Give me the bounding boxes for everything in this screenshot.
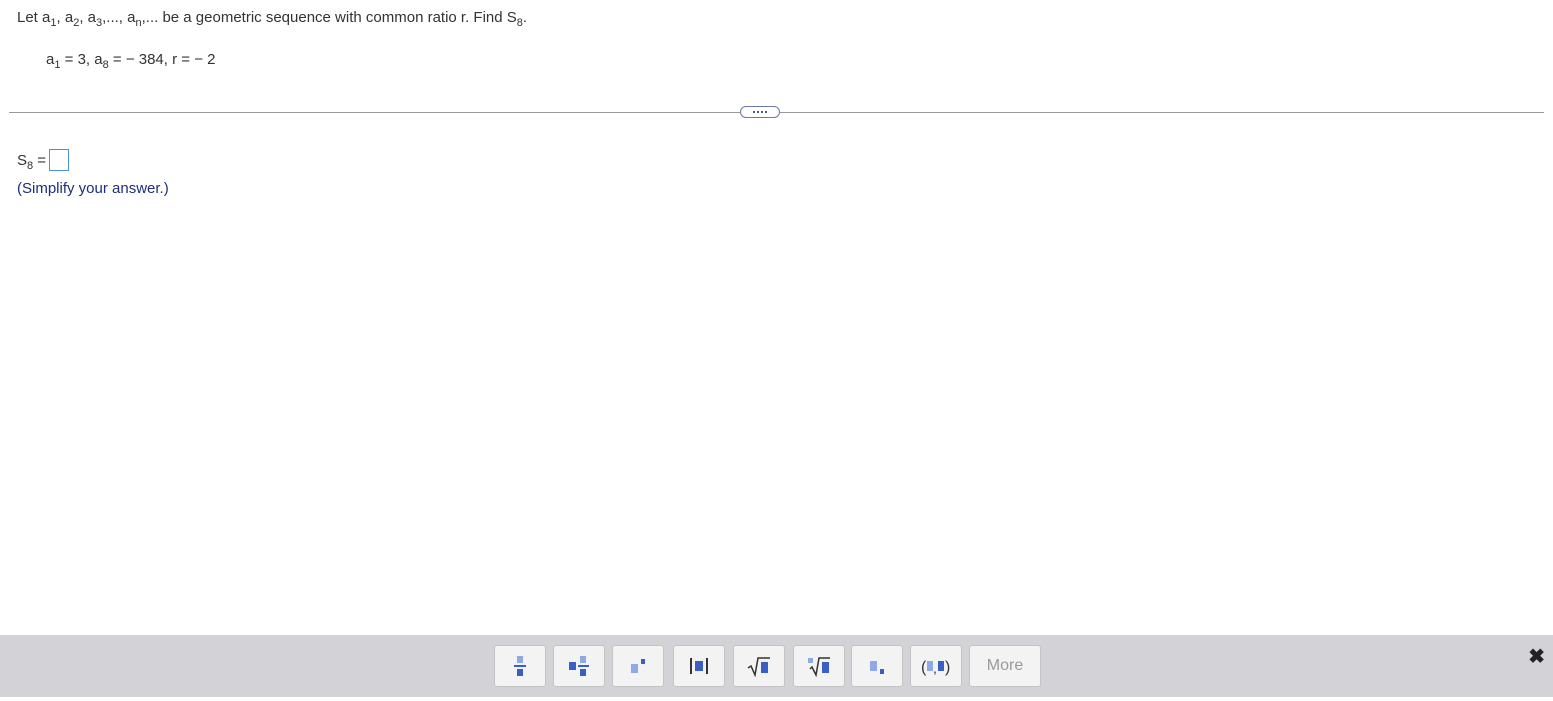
answer-row: S8 = [17,149,70,172]
fraction-button[interactable] [494,645,546,687]
mixed-number-button[interactable] [553,645,605,687]
ellipsis-dot [753,111,755,113]
exponent-icon [631,659,645,673]
problem-statement: Let a1, a2, a3,..., an,... be a geometri… [17,9,528,29]
subscript-icon [870,661,884,674]
absolute-value-button[interactable] [673,645,725,687]
nth-root-icon [808,657,830,677]
given-values: a1 = 3, a8 = − 384, r = − 2 [46,51,216,71]
mixed-number-icon [569,656,589,676]
ellipsis-dot [757,111,759,113]
svg-text:,: , [933,660,937,676]
exponent-button[interactable] [612,645,664,687]
hint-text: (Simplify your answer.) [17,180,169,197]
svg-text:(: ( [921,659,927,676]
fraction-icon [514,656,526,676]
ordered-pair-button[interactable]: ( , ) [910,645,962,687]
nth-root-button[interactable] [793,645,845,687]
expand-ellipsis-button[interactable] [740,106,780,118]
svg-text:): ) [945,659,950,676]
ordered-pair-icon: ( , ) [921,659,950,676]
subscript-button[interactable] [851,645,903,687]
ellipsis-dot [761,111,763,113]
answer-input[interactable] [49,149,70,171]
answer-label: S8 = [17,151,47,172]
square-root-icon [747,657,770,677]
absolute-value-icon [690,658,708,674]
square-root-button[interactable] [733,645,785,687]
ellipsis-dot [765,111,767,113]
math-toolbar: ( , ) More ✖ [0,635,1553,697]
close-icon[interactable]: ✖ [1528,644,1545,669]
more-button[interactable]: More [969,645,1041,687]
